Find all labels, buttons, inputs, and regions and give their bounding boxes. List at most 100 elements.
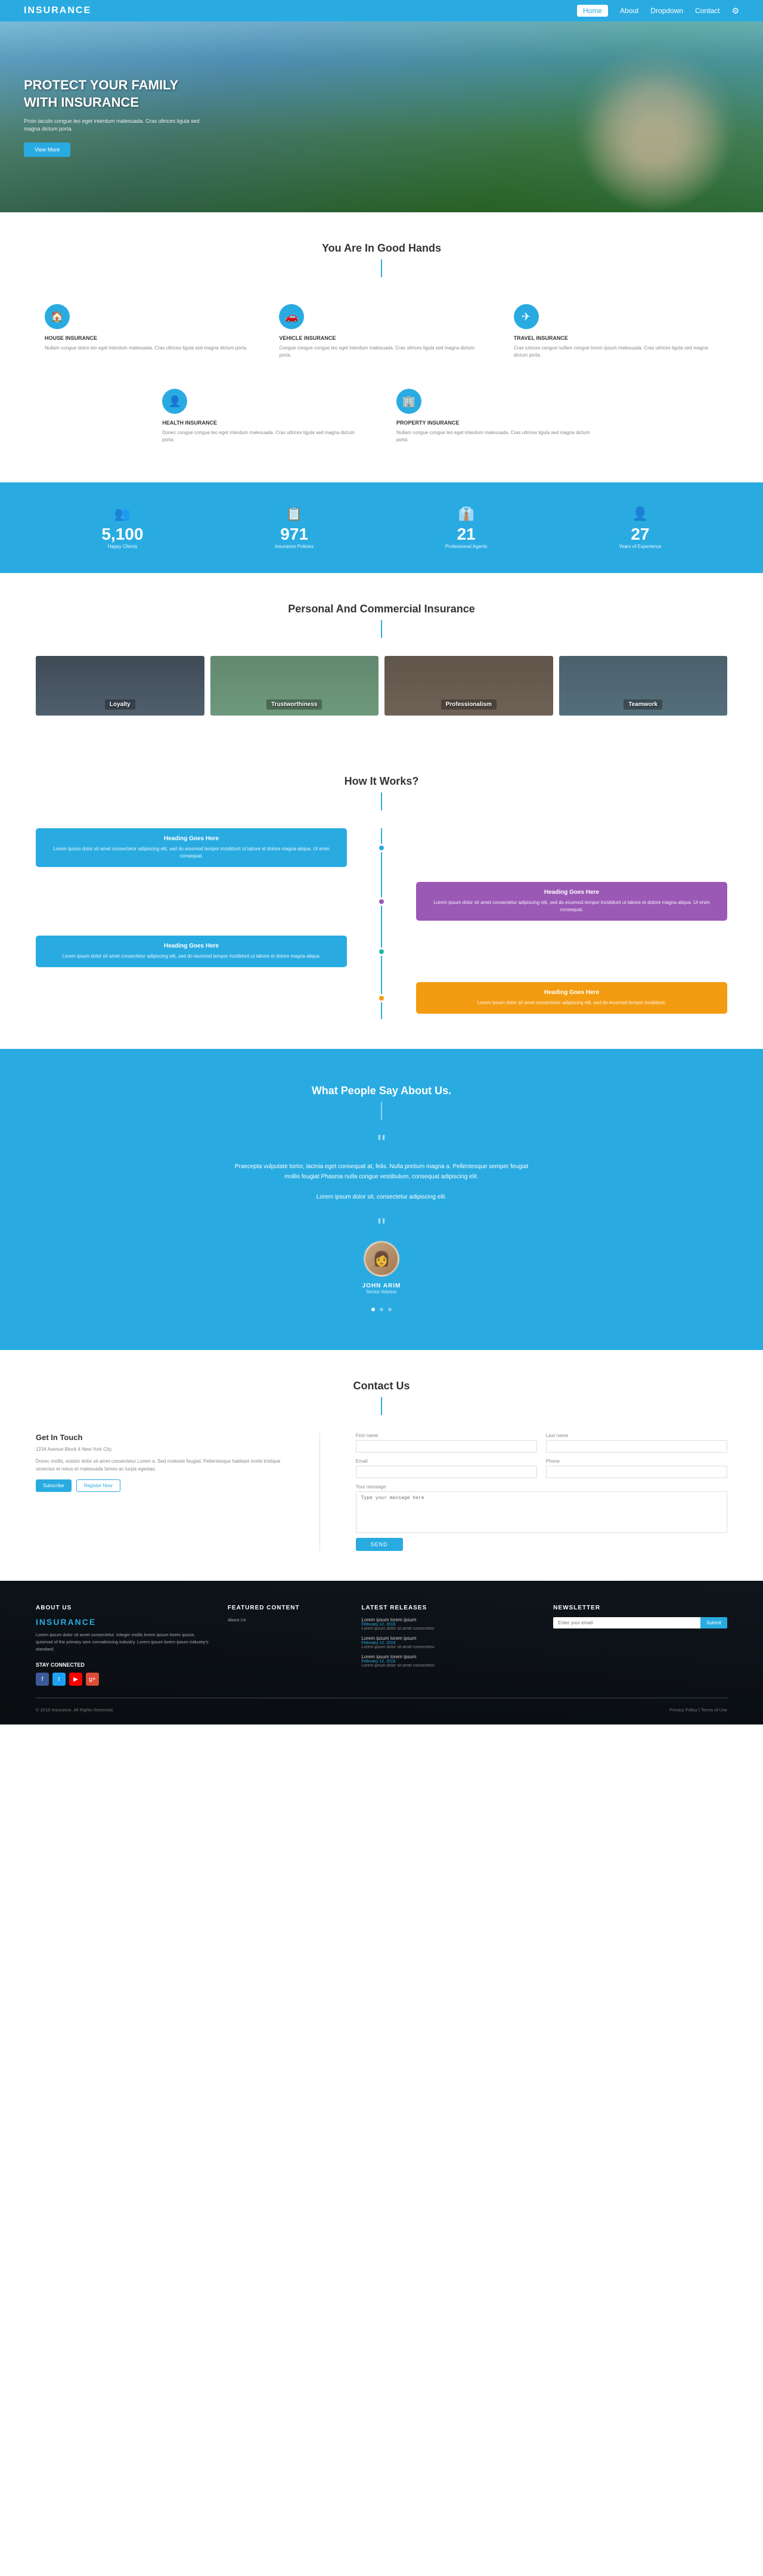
avatar: 👩 — [364, 1241, 399, 1277]
nav-home[interactable]: Home — [577, 5, 608, 17]
step-desc: Lorem ipsum dolor sit amet consectetur a… — [425, 899, 718, 914]
person-role: Senior Advisor — [60, 1289, 703, 1295]
nav-contact[interactable]: Contact — [695, 7, 719, 15]
family-silhouette — [581, 69, 730, 212]
release-date: February 12, 2016 — [361, 1641, 535, 1645]
register-button[interactable]: Register Now — [76, 1479, 120, 1492]
release-desc: Lorem ipsum dolor sit amet consectetur — [361, 1645, 535, 1649]
copyright-text: © 2016 Insurance. All Rights Reserved. — [36, 1707, 114, 1713]
release-desc: Lorem ipsum dolor sit amet consectetur — [361, 1664, 535, 1668]
agents-icon: 👔 — [445, 506, 488, 522]
release-date: February 12, 2016 — [361, 1623, 535, 1627]
stat-label: Happy Clients — [101, 544, 143, 549]
testimonial-content: " Praecepta vulputate tortor, lacinia eg… — [60, 1138, 703, 1241]
subscribe-button[interactable]: Subscribe — [36, 1479, 72, 1492]
stat-label: Professional Agents — [445, 544, 488, 549]
stat-item: 👤 27 Years of Experience — [619, 506, 661, 549]
card-label: Trustworthiness — [266, 699, 322, 710]
contact-layout: Get In Touch 1234 Avenue Block 4 New Yor… — [36, 1433, 727, 1551]
search-icon[interactable]: ⚙ — [731, 6, 739, 16]
newsletter-email-input[interactable] — [553, 1617, 700, 1628]
googleplus-icon[interactable]: g+ — [86, 1673, 99, 1686]
card-title: VEHICLE INSURANCE — [279, 335, 483, 341]
card-title: HOUSE INSURANCE — [45, 335, 249, 341]
release-desc: Lorem ipsum dolor sit amet consectetur — [361, 1627, 535, 1631]
twitter-icon[interactable]: t — [52, 1673, 66, 1686]
dot-1[interactable] — [371, 1308, 375, 1311]
footer: ABOUT US INSURANCE Lorem ipsum dolor sit… — [0, 1581, 763, 1724]
list-item: Loyalty — [36, 656, 204, 716]
footer-link[interactable]: About Us — [228, 1617, 344, 1623]
stat-item: 👥 5,100 Happy Clients — [101, 506, 143, 549]
quote-open-icon: " — [60, 1138, 703, 1150]
step-heading: Heading Goes Here — [425, 989, 718, 996]
release-title: Lorem ipsum lorem ipsum — [361, 1654, 535, 1659]
email-group: Email — [356, 1459, 537, 1478]
hero-content: PROTECT YOUR FAMILY WITH INSURANCE Proin… — [24, 77, 215, 156]
phone-input[interactable] — [546, 1466, 727, 1478]
form-contact-row: Email Phone — [356, 1459, 727, 1478]
step-desc: Lorem ipsum dolor sit amet consectetur a… — [45, 846, 338, 860]
contact-title: Get In Touch — [36, 1433, 284, 1442]
timeline-item: Heading Goes Here Lorem ipsum dolor sit … — [36, 882, 727, 921]
social-icons: f t ▶ g+ — [36, 1673, 210, 1686]
list-item: Lorem ipsum lorem ipsum February 12, 201… — [361, 1636, 535, 1649]
timeline-card: Heading Goes Here Lorem ipsum dolor sit … — [416, 982, 727, 1014]
card-desc: Congue congue congue leo eget interdum m… — [279, 345, 483, 359]
card-label: Teamwork — [624, 699, 662, 710]
contact-address: 1234 Avenue Block 4 New York City. — [36, 1447, 284, 1452]
stat-item: 📋 971 Insurance Policies — [275, 506, 314, 549]
list-item: Lorem ipsum lorem ipsum February 12, 201… — [361, 1617, 535, 1631]
quote-close-icon: " — [60, 1214, 703, 1241]
card-label: Professionalism — [441, 699, 497, 710]
pc-card-bg: Trustworthiness — [210, 656, 379, 716]
list-item: Lorem ipsum lorem ipsum February 12, 201… — [361, 1654, 535, 1668]
nav-logo: INSURANCE — [24, 5, 91, 16]
timeline-dot — [377, 897, 386, 906]
timeline-card: Heading Goes Here Lorem ipsum dolor sit … — [36, 828, 347, 867]
first-name-label: First name — [356, 1433, 537, 1438]
pc-grid: Loyalty Trustworthiness Professionalism … — [36, 656, 727, 716]
contact-heading: Contact Us — [36, 1380, 727, 1392]
last-name-group: Last name — [546, 1433, 727, 1453]
navbar: INSURANCE Home About Dropdown Contact ⚙ — [0, 0, 763, 21]
nav-links: Home About Dropdown Contact ⚙ — [577, 5, 739, 17]
stat-number: 27 — [619, 525, 661, 544]
last-name-input[interactable] — [546, 1440, 727, 1453]
message-textarea[interactable] — [356, 1491, 727, 1533]
dot-3[interactable] — [388, 1308, 392, 1311]
step-heading: Heading Goes Here — [45, 943, 338, 949]
health-icon: 👤 — [162, 389, 187, 414]
dot-2[interactable] — [380, 1308, 383, 1311]
youtube-icon[interactable]: ▶ — [69, 1673, 82, 1686]
nav-dropdown[interactable]: Dropdown — [650, 7, 683, 15]
release-date: February 12, 2016 — [361, 1659, 535, 1664]
footer-about: ABOUT US INSURANCE Lorem ipsum dolor sit… — [36, 1605, 210, 1686]
step-heading: Heading Goes Here — [45, 835, 338, 842]
pc-card-bg: Professionalism — [384, 656, 553, 716]
facebook-icon[interactable]: f — [36, 1673, 49, 1686]
stat-number: 971 — [275, 525, 314, 544]
card-label: Loyalty — [105, 699, 135, 710]
plane-icon: ✈ — [514, 304, 539, 329]
timeline-item: Heading Goes Here Lorem ipsum dolor sit … — [36, 936, 727, 967]
house-icon: 🏠 — [45, 304, 70, 329]
message-group: Your message — [356, 1484, 727, 1533]
clients-icon: 👥 — [101, 506, 143, 522]
last-name-label: Last name — [546, 1433, 727, 1438]
contact-desc: Donec mollis, euistor dolor sit amet con… — [36, 1458, 284, 1473]
email-input[interactable] — [356, 1466, 537, 1478]
first-name-input[interactable] — [356, 1440, 537, 1453]
timeline-dot — [377, 994, 386, 1002]
newsletter-submit-button[interactable]: Submit — [700, 1617, 727, 1628]
nav-about[interactable]: About — [620, 7, 638, 15]
testimonials-heading: What People Say About Us. — [60, 1085, 703, 1097]
hero-section: PROTECT YOUR FAMILY WITH INSURANCE Proin… — [0, 21, 763, 212]
newsletter-input-group: Submit — [553, 1617, 727, 1628]
send-button[interactable]: SEND — [356, 1538, 403, 1551]
hero-cta-button[interactable]: View More — [24, 143, 70, 157]
contact-left: Get In Touch 1234 Avenue Block 4 New Yor… — [36, 1433, 284, 1551]
timeline: Heading Goes Here Lorem ipsum dolor sit … — [36, 828, 727, 1019]
how-it-works-section: How It Works? Heading Goes Here Lorem ip… — [0, 745, 763, 1049]
section-divider — [381, 259, 382, 277]
